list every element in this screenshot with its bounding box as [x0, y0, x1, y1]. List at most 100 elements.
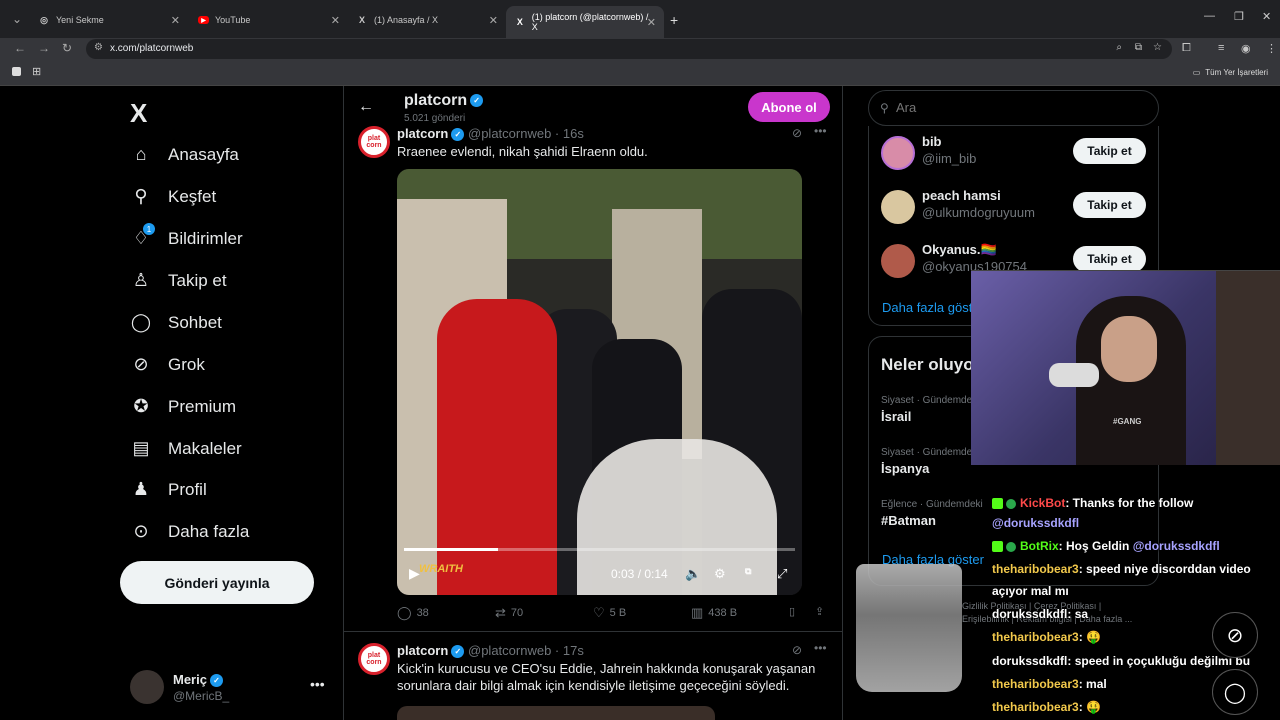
back-icon[interactable]: ←	[14, 41, 26, 55]
maximize-icon[interactable]: ❐	[1234, 10, 1244, 23]
nav-label: Profil	[168, 479, 207, 499]
star-icon[interactable]: ☆	[1153, 42, 1162, 53]
nav-more[interactable]: ⊙ Daha fazla	[130, 521, 249, 542]
profile-icon[interactable]: ◉	[1241, 42, 1251, 55]
tab-youtube[interactable]: ▶ YouTube ✕	[190, 6, 348, 34]
reply-button[interactable]: ◯ 38	[397, 605, 429, 621]
apps-grid-icon[interactable]: ⊞	[32, 65, 41, 78]
follow-button[interactable]: Takip et	[1073, 192, 1146, 218]
follow-suggestion[interactable]: peach hamsi @ulkumdogruyuum Takip et	[881, 186, 1151, 226]
chat-text: : speed in çoçukluğu değilmi bu	[1067, 654, 1251, 668]
reload-icon[interactable]: ↻	[62, 41, 72, 55]
tab-new-tab[interactable]: ◎ Yeni Sekme ✕	[30, 6, 188, 34]
like-button[interactable]: ♡ 5 B	[593, 605, 626, 621]
close-window-icon[interactable]: ✕	[1262, 10, 1271, 23]
notification-badge: 1	[143, 223, 155, 235]
chat-user: theharibobear3	[992, 700, 1079, 714]
nav-profile[interactable]: ♟ Profil	[130, 479, 207, 500]
tweet-handle[interactable]: @platcornweb	[468, 643, 551, 658]
trends-title: Neler oluyor	[881, 355, 981, 374]
video-player[interactable]: ▶ WRAITH 0:03 / 0:14 🔈 ⚙ ⧉ ⤢	[397, 169, 802, 595]
chat-message: theharibobear3: mal	[992, 677, 1107, 691]
repost-button[interactable]: ⇄ 70	[495, 605, 523, 621]
menu-icon[interactable]: ⋮	[1266, 42, 1277, 55]
fullscreen-icon[interactable]: ⤢	[777, 566, 787, 582]
media-icon[interactable]: ≡	[1218, 42, 1224, 54]
tweet-handle[interactable]: @platcornweb	[468, 126, 551, 141]
grok-fab-icon[interactable]: ⊘	[1212, 612, 1258, 658]
more-dots-icon[interactable]: •••	[814, 124, 827, 138]
nav-explore[interactable]: ⚲ Keşfet	[130, 186, 216, 207]
avatar[interactable]	[881, 190, 915, 224]
avatar[interactable]	[881, 244, 915, 278]
nav-grok[interactable]: ⊘ Grok	[130, 354, 204, 375]
nav-follow[interactable]: ♙ Takip et	[130, 270, 227, 291]
shirt-text: #GANG	[1113, 417, 1142, 426]
avatar[interactable]	[881, 136, 915, 170]
bookmark-icon[interactable]: ▯	[789, 605, 795, 618]
tweet-author[interactable]: platcorn	[397, 643, 448, 658]
messages-fab-icon[interactable]: ◯	[1212, 669, 1258, 715]
avatar[interactable]: plat corn	[358, 643, 390, 675]
nav-chat[interactable]: ◯ Sohbet	[130, 312, 222, 333]
follow-button[interactable]: Takip et	[1073, 246, 1146, 272]
post-button[interactable]: Gönderi yayınla	[120, 561, 314, 604]
follow-button[interactable]: Takip et	[1073, 138, 1146, 164]
tweet-time[interactable]: · 17s	[555, 643, 584, 658]
more-dots-icon[interactable]: •••	[814, 641, 827, 655]
forward-icon[interactable]: →	[38, 41, 50, 55]
views-button[interactable]: ▥ 438 B	[691, 605, 737, 621]
video-progress-bar[interactable]	[404, 548, 795, 551]
close-icon[interactable]: ✕	[489, 14, 498, 27]
grok-icon[interactable]: ⊘	[792, 126, 802, 140]
close-icon[interactable]: ✕	[171, 14, 180, 27]
show-more-link[interactable]: Daha fazla göster	[882, 300, 984, 315]
trend-item[interactable]: Siyaset · Gündemde İsrail	[881, 395, 972, 424]
nav-articles[interactable]: ▤ Makaleler	[130, 438, 241, 459]
new-tab-icon[interactable]: +	[670, 12, 678, 28]
nav-notifications[interactable]: ♢ 1 Bildirimler	[130, 223, 243, 249]
site-info-icon[interactable]: ⚙	[94, 42, 103, 53]
account-name: Meriç	[173, 672, 207, 687]
tweet-time[interactable]: · 16s	[555, 126, 584, 141]
tweet-media[interactable]	[397, 706, 715, 720]
bookmark-app-icon[interactable]	[12, 67, 21, 76]
close-icon[interactable]: ✕	[331, 14, 340, 27]
chat-user: KickBot	[1020, 496, 1066, 510]
nav-premium[interactable]: ✪ Premium	[130, 396, 236, 417]
avatar[interactable]: plat corn	[358, 126, 390, 158]
like-count: 5 B	[609, 607, 627, 619]
subscribe-button[interactable]: Abone ol	[748, 92, 830, 122]
pip-icon[interactable]: ⧉	[745, 566, 751, 577]
account-switcher[interactable]: Meriç ✓ @MericB_ •••	[130, 670, 330, 706]
zoom-icon[interactable]: ⌕	[1116, 42, 1122, 53]
trend-category: Siyaset · Gündemde	[881, 447, 973, 458]
search-input[interactable]	[896, 100, 1136, 115]
all-bookmarks[interactable]: ▭ Tüm Yer İşaretleri	[1193, 68, 1268, 77]
follow-suggestion[interactable]: bib @iim_bib Takip et	[881, 132, 1151, 172]
back-arrow-icon[interactable]: ←	[358, 98, 374, 116]
tab-platcorn[interactable]: X (1) platcorn (@platcornweb) / X ✕	[506, 6, 664, 38]
volume-icon[interactable]: 🔈	[685, 566, 701, 582]
reply-icon: ◯	[397, 605, 412, 620]
trend-item[interactable]: Siyaset · Gündemde İspanya	[881, 447, 972, 476]
trend-item[interactable]: Eğlence · Gündemdeki #Batman	[881, 499, 983, 528]
tweet-author[interactable]: platcorn	[397, 126, 448, 141]
chat-user: theharibobear3	[992, 562, 1079, 576]
suggestion-name: bib	[922, 134, 942, 149]
more-dots-icon[interactable]: •••	[310, 676, 325, 692]
grok-icon[interactable]: ⊘	[792, 643, 802, 657]
x-logo[interactable]: X	[130, 98, 147, 129]
install-icon[interactable]: ⧉	[1135, 42, 1142, 53]
minimize-icon[interactable]: —	[1204, 10, 1215, 22]
share-icon[interactable]: ⇪	[815, 605, 824, 618]
extensions-icon[interactable]: ⧠	[1182, 42, 1191, 55]
tab-x-home[interactable]: X (1) Anasayfa / X ✕	[348, 6, 506, 34]
close-icon[interactable]: ✕	[647, 16, 656, 29]
settings-icon[interactable]: ⚙	[714, 566, 726, 582]
nav-home[interactable]: ⌂ Anasayfa	[130, 144, 239, 165]
address-bar[interactable]: ⚙ x.com/platcornweb ⌕ ⧉ ☆	[86, 39, 1172, 59]
tab-search-icon[interactable]: ⌄	[12, 12, 22, 26]
search-box[interactable]: ⚲	[868, 90, 1159, 126]
tab-title: Yeni Sekme	[56, 15, 104, 25]
